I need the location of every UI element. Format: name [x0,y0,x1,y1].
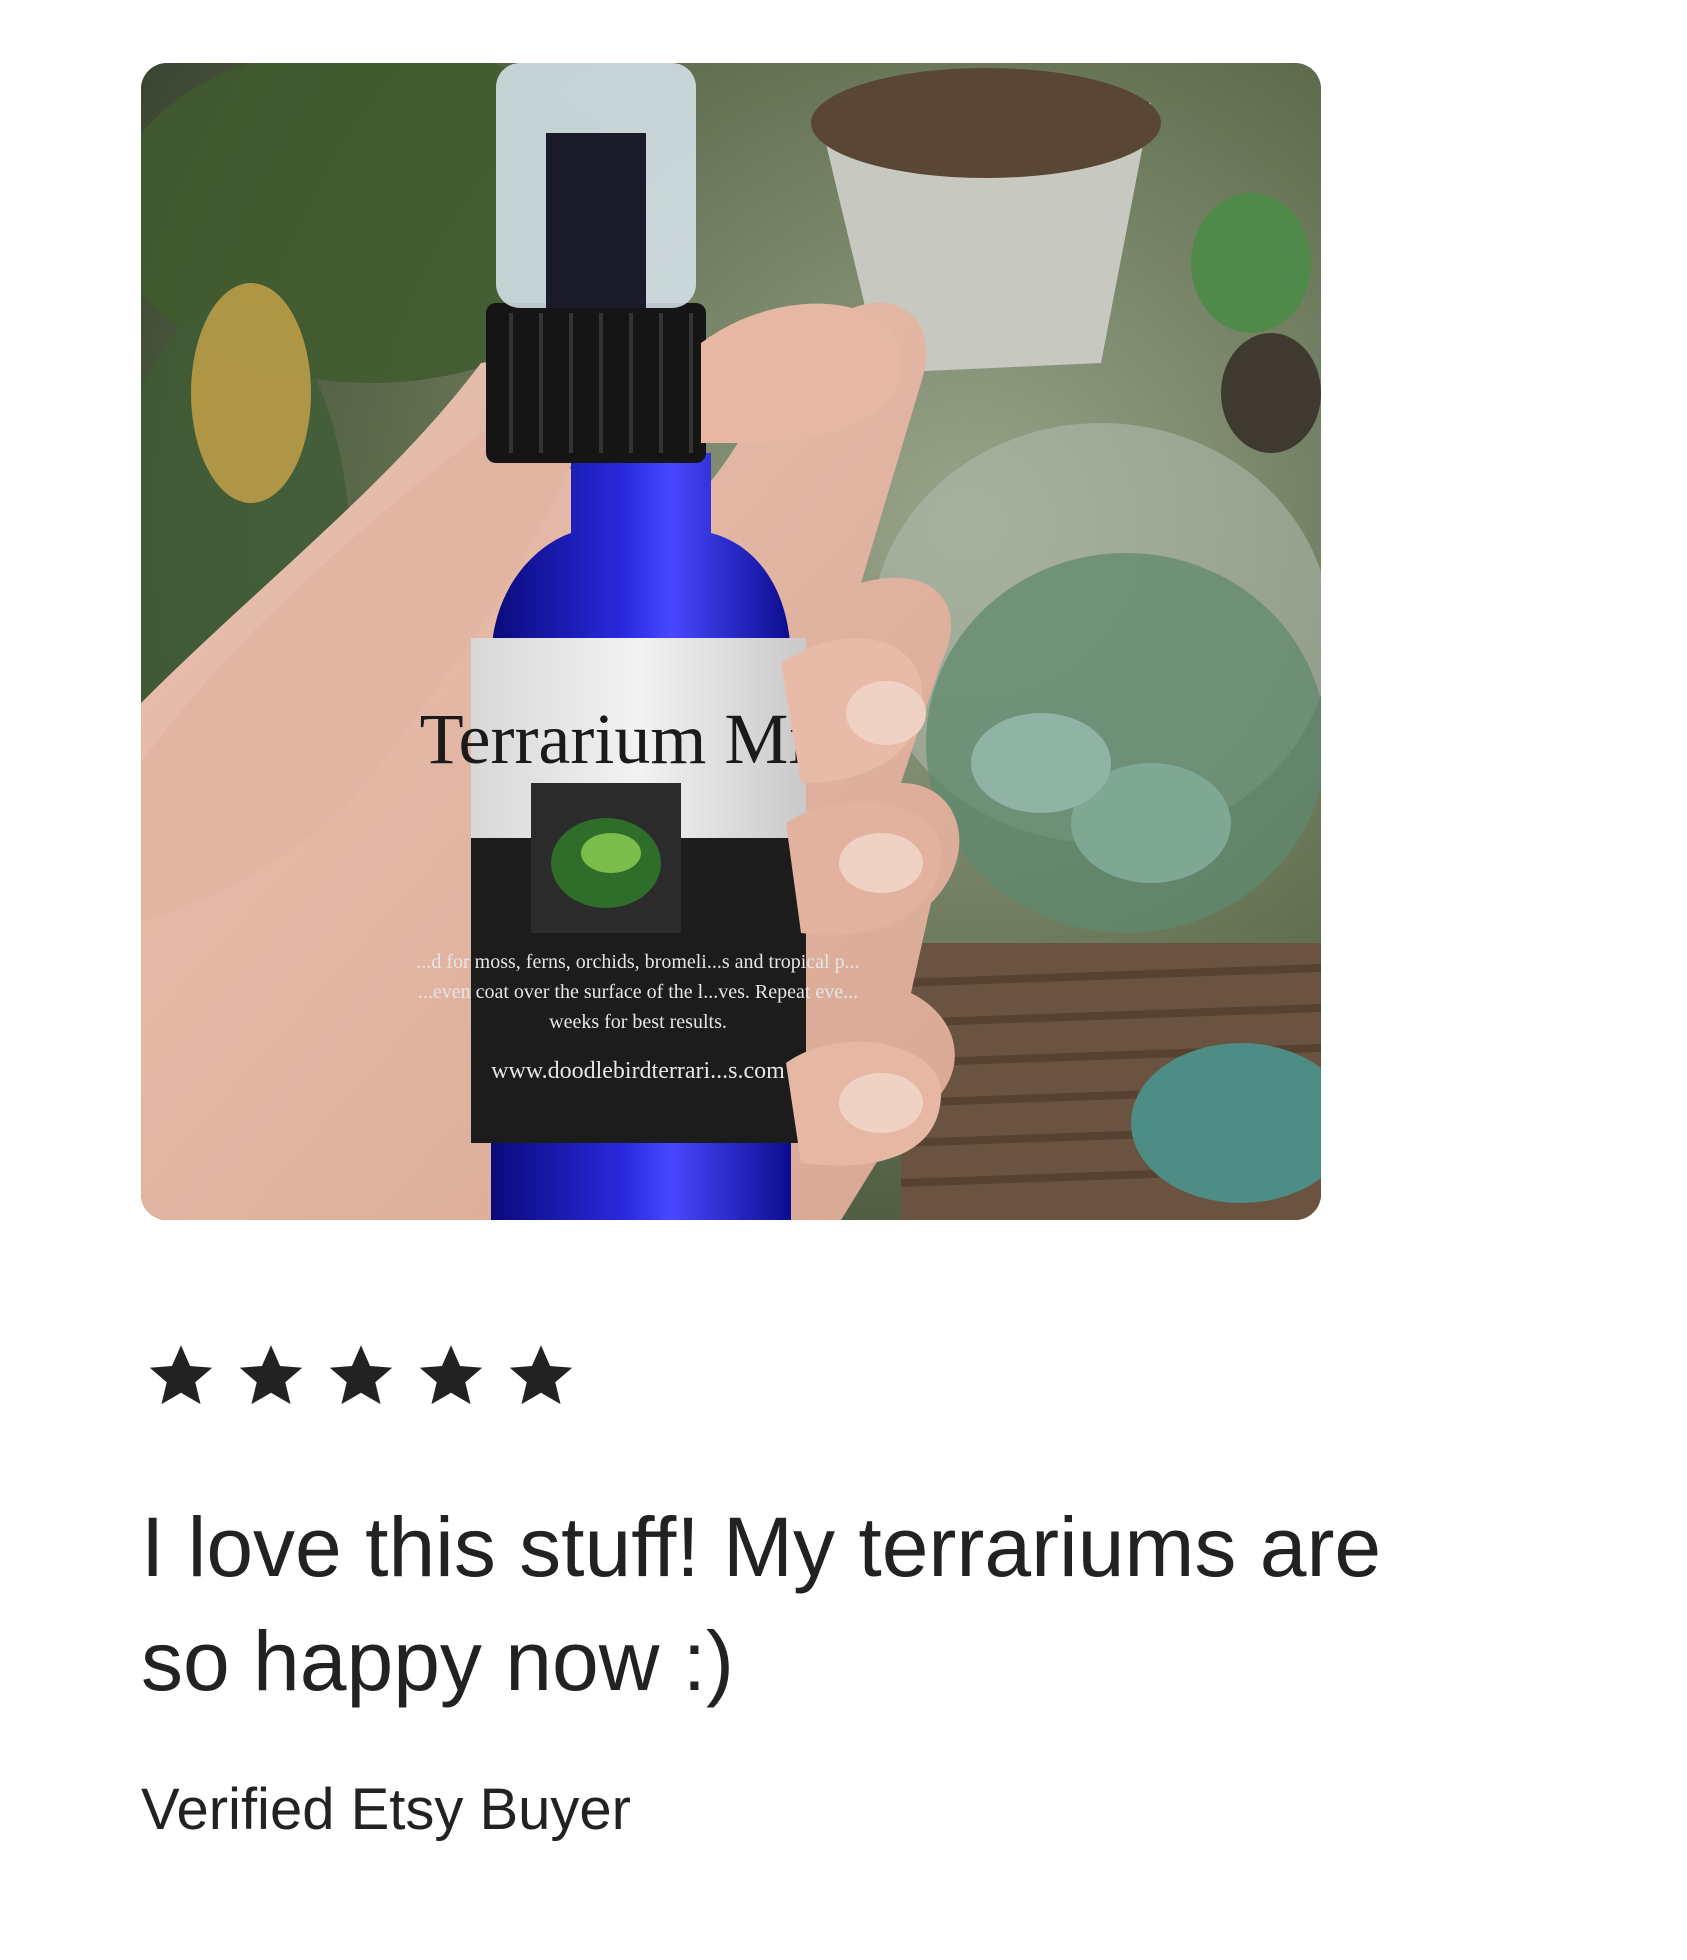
star-icon [239,1345,303,1405]
star-icon [509,1345,573,1405]
star-icon [419,1345,483,1405]
review-author: Verified Etsy Buyer [141,1777,631,1842]
label-body-line2: ...even coat over the surface of the l..… [418,981,858,1003]
star-icon [149,1345,213,1405]
review-photo[interactable]: Terrarium Mist ...d for moss, ferns, orc… [141,63,1321,1220]
label-url: www.doodlebirdterrari...s.com [491,1058,785,1084]
star-rating [146,1340,576,1410]
label-body-line1: ...d for moss, ferns, orchids, bromeli..… [416,951,859,973]
star-icon [329,1345,393,1405]
review-text: I love this stuff! My terrariums are so … [141,1500,1382,1708]
label-body-line3: weeks for best results. [549,1011,727,1033]
review-photo-image: Terrarium Mist ...d for moss, ferns, orc… [141,63,1321,1220]
